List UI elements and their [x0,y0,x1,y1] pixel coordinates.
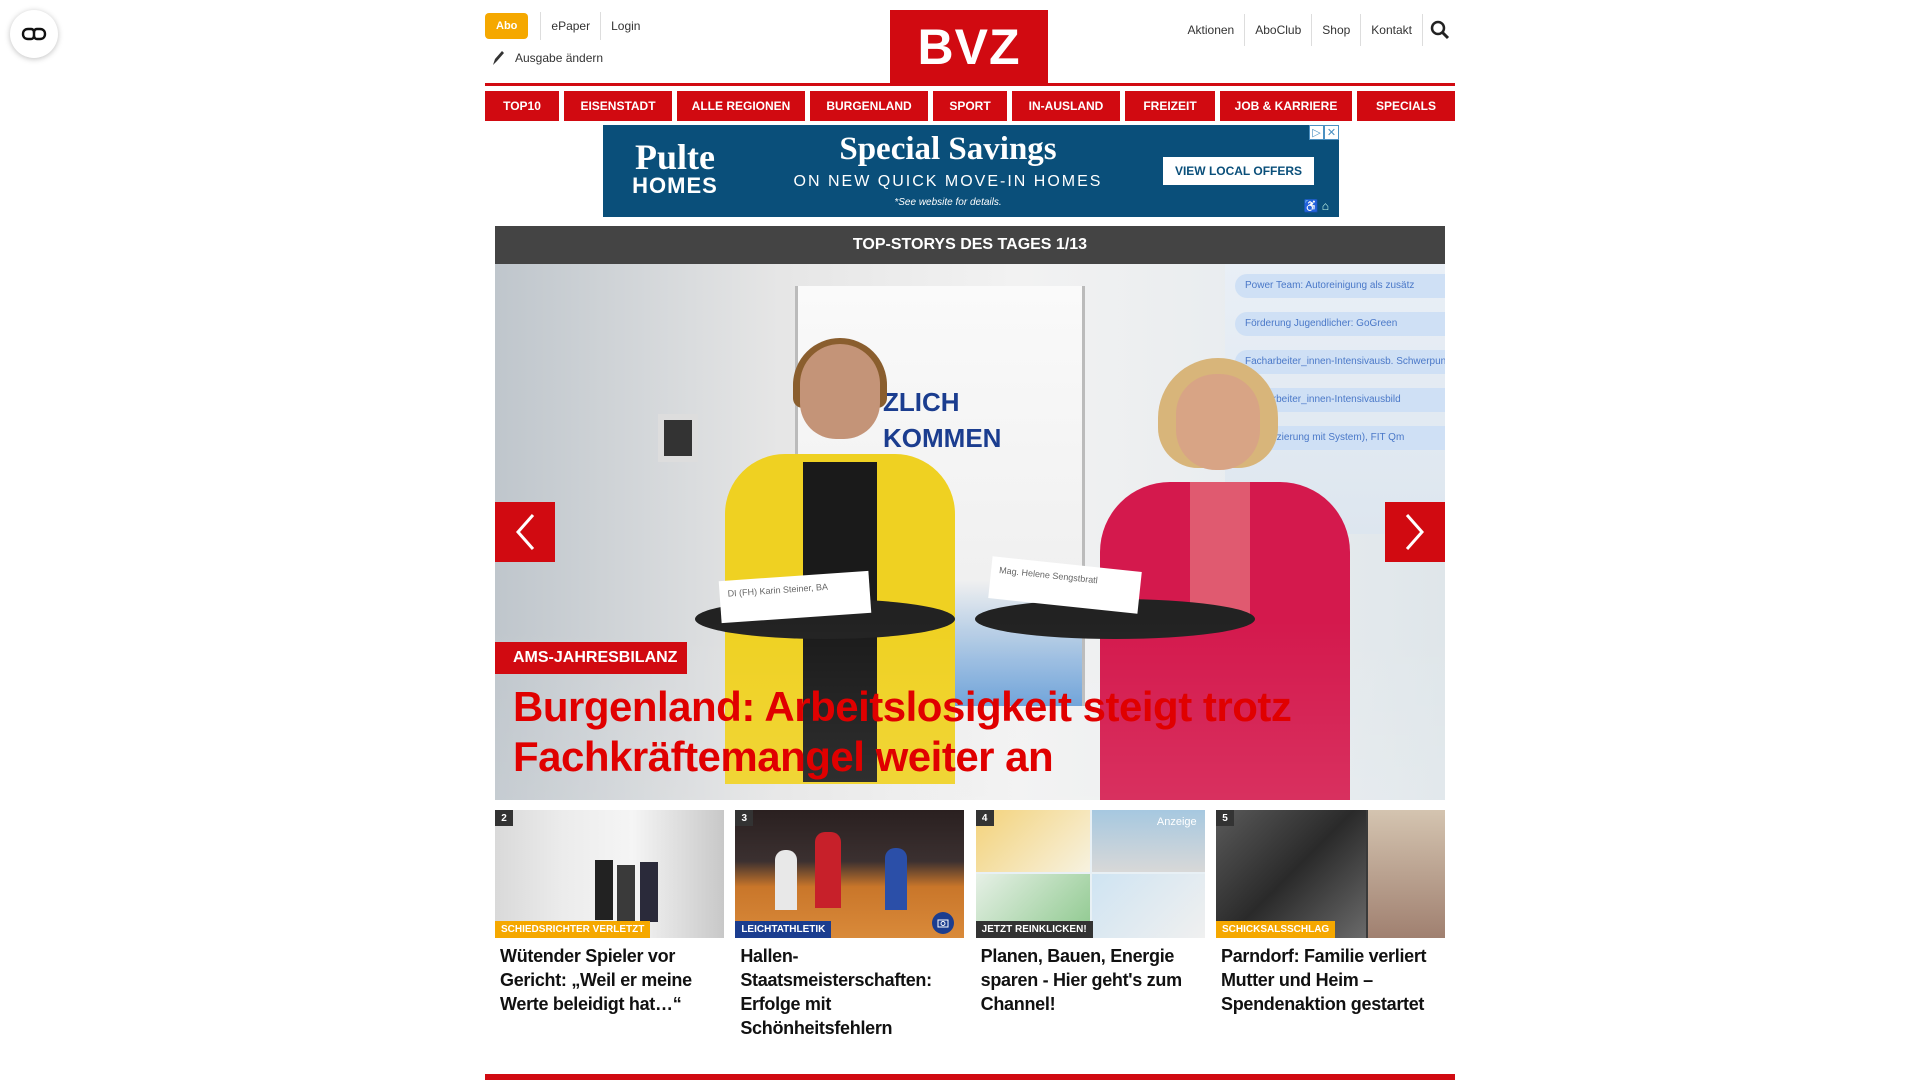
advertisement-banner[interactable]: Pulte HOMES Special Savings ON NEW QUICK… [603,125,1339,217]
nav-item-burgenland[interactable]: BURGENLAND [810,91,928,121]
ausgabe-label: Ausgabe ändern [515,51,604,65]
slider-header: TOP-STORYS DES TAGES 1/13 [495,226,1445,264]
nav-item-freizeit[interactable]: FREIZEIT [1125,91,1215,121]
nav-item-specials[interactable]: SPECIALS [1357,91,1455,121]
teaser-number: 3 [735,810,754,826]
teaser-title[interactable]: Wütender Spieler vor Gericht: „Weil er m… [495,944,724,1016]
hero-headline[interactable]: Burgenland: Arbeitslosigkeit steigt trot… [513,682,1413,782]
teaser-card[interactable]: 2 SCHIEDSRICHTER VERLETZT Wütender Spiel… [495,810,724,1040]
nav-item-in-ausland[interactable]: IN-AUSLAND [1012,91,1120,121]
teaser-title[interactable]: Planen, Bauen, Energie sparen - Hier geh… [976,944,1205,1016]
ad-brand-line1: Pulte [635,137,715,177]
nav-item-sport[interactable]: SPORT [933,91,1007,121]
teaser-kicker: JETZT REINKLICKEN! [975,921,1093,938]
teaser-number: 4 [975,810,994,826]
aktionen-link[interactable]: Aktionen [1178,14,1246,46]
header: Abo ePaper Login Ausgabe ändern BVZ Akti… [485,0,1455,86]
ad-fine-print: *See website for details. [894,197,1002,208]
ad-subline: ON NEW QUICK MOVE-IN HOMES [793,173,1103,190]
ad-badge: Anzeige [1156,816,1197,828]
teaser-kicker: SCHICKSALSSCHLAG [1215,921,1336,938]
ausgabe-aendern[interactable]: Ausgabe ändern [491,50,603,66]
footer-divider [485,1074,1455,1080]
bvz-logo[interactable]: BVZ [890,10,1048,84]
shop-link[interactable]: Shop [1312,14,1362,46]
search-button[interactable] [1425,14,1455,46]
gallery-badge [932,912,955,934]
teaser-row: 2 SCHIEDSRICHTER VERLETZT Wütender Spiel… [495,810,1445,1040]
camera-icon [937,919,949,928]
ad-accessibility-icons: ♿ ⌂ [1303,199,1329,213]
teaser-image: 3 LEICHTATHLETIK [735,810,965,938]
slider-prev-button[interactable] [495,502,555,562]
nav-item-alle-regionen[interactable]: ALLE REGIONEN [677,91,805,121]
hero-wall-box [658,414,698,462]
accessibility-icon [21,27,47,41]
teaser-card[interactable]: 4 Anzeige JETZT REINKLICKEN! Planen, Bau… [975,810,1205,1040]
page-container: Abo ePaper Login Ausgabe ändern BVZ Akti… [485,0,1455,1038]
teaser-number: 5 [1215,810,1234,826]
teaser-title[interactable]: Parndorf: Familie verliert Mutter und He… [1216,944,1445,1016]
header-divider [485,83,1455,86]
ad-close-icon[interactable]: ✕ [1324,125,1339,140]
main-nav: TOP10 EISENSTADT ALLE REGIONEN BURGENLAN… [485,91,1455,121]
ad-brand-logo: Pulte HOMES [629,139,721,197]
teaser-title[interactable]: Hallen-Staatsmeisterschaften: Erfolge mi… [735,944,964,1040]
nav-item-job-karriere[interactable]: JOB & KARRIERE [1220,91,1352,121]
hero-kicker: AMS-JAHRESBILANZ [495,642,688,674]
ad-headline: Special Savings [839,131,1057,167]
ad-choices[interactable]: ▷ ✕ [1309,125,1339,140]
screen-item: Power Team: Autoreinigung als zusätz [1235,274,1445,298]
kontakt-link[interactable]: Kontakt [1361,14,1423,46]
nav-item-eisenstadt[interactable]: EISENSTADT [564,91,672,121]
teaser-image: 2 SCHIEDSRICHTER VERLETZT [495,810,724,938]
teaser-image: 5 SCHICKSALSSCHLAG [1215,810,1445,938]
slider-next-button[interactable] [1385,502,1445,562]
teaser-number: 2 [495,810,513,826]
ad-brand-line2: HOMES [632,173,718,198]
teaser-card[interactable]: 5 SCHICKSALSSCHLAG Parndorf: Familie ver… [1215,810,1445,1040]
epaper-link[interactable]: ePaper [540,12,602,40]
header-left-links: Abo ePaper Login [485,12,650,40]
pen-icon [493,51,504,65]
aboclub-link[interactable]: AboClub [1245,14,1313,46]
nav-item-top10[interactable]: TOP10 [485,91,559,121]
teaser-image: 4 Anzeige JETZT REINKLICKEN! [975,810,1205,938]
abo-button[interactable]: Abo [485,13,529,39]
hero-story[interactable]: Power Team: Autoreinigung als zusätz För… [495,264,1445,800]
top-stories-slider: TOP-STORYS DES TAGES 1/13 Power Team: Au… [495,226,1445,800]
login-link[interactable]: Login [601,12,650,40]
chevron-left-icon [515,514,535,550]
ad-cta-button[interactable]: VIEW LOCAL OFFERS [1163,157,1314,185]
accessibility-button[interactable] [10,10,58,58]
teaser-card[interactable]: 3 LEICHTATHLETIK Hallen-Staatsmeistersch… [735,810,965,1040]
screen-item: Förderung Jugendlicher: GoGreen [1235,312,1445,336]
adchoices-icon[interactable]: ▷ [1309,125,1324,140]
search-icon [1430,20,1450,40]
header-right-links: Aktionen AboClub Shop Kontakt [1178,14,1455,46]
teaser-kicker: LEICHTATHLETIK [735,921,832,938]
teaser-kicker: SCHIEDSRICHTER VERLETZT [495,921,651,938]
chevron-right-icon [1405,514,1425,550]
